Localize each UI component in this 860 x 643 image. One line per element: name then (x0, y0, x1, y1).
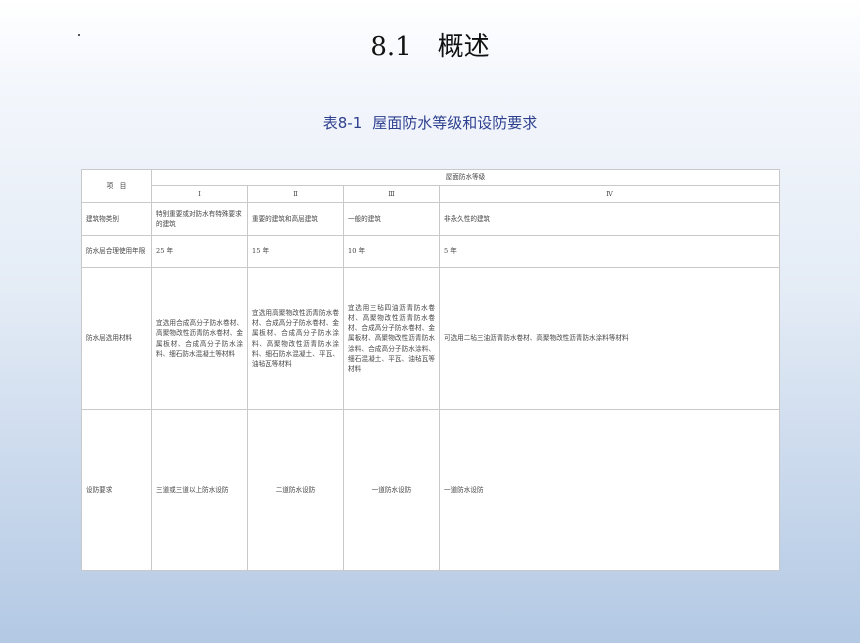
table-cell: 非永久性的建筑 (439, 202, 780, 236)
level-header: Ⅲ (343, 185, 440, 203)
level-header: Ⅳ (439, 185, 780, 203)
table-cell: 10 年 (343, 235, 440, 268)
item-header: 项 目 (81, 169, 152, 203)
table-number: 表8-1 (322, 114, 363, 132)
grade-group-header: 屋面防水等级 (151, 169, 780, 186)
waterproof-grade-table: 项 目 屋面防水等级 Ⅰ Ⅱ Ⅲ Ⅳ 建筑物类别 特别重要或对防水有特殊要求的建… (81, 169, 780, 571)
table-row: 防水层选用材料 宜选用合成高分子防水卷材、高聚物改性沥青防水卷材、金属板材、合成… (81, 267, 780, 410)
table-cell: 可选用二毡三油沥青防水卷材、高聚物改性沥青防水涂料等材料 (439, 267, 780, 410)
table-cell: 二道防水设防 (247, 409, 344, 571)
table-cell: 5 年 (439, 235, 780, 268)
table-cell: 一般的建筑 (343, 202, 440, 236)
row-label: 设防要求 (81, 409, 152, 571)
level-header: Ⅰ (151, 185, 248, 203)
table-cell: 15 年 (247, 235, 344, 268)
section-number: 8.1 (370, 32, 412, 62)
table-cell: 宜选用合成高分子防水卷材、高聚物改性沥青防水卷材、金属板材、合成高分子防水涂料、… (151, 267, 248, 410)
table-cell: 特别重要或对防水有特殊要求的建筑 (151, 202, 248, 236)
row-label: 防水层选用材料 (81, 267, 152, 410)
table-cell: 一道防水设防 (439, 409, 780, 571)
table-cell: 重要的建筑和高层建筑 (247, 202, 344, 236)
level-header: Ⅱ (247, 185, 344, 203)
row-label: 防水层合理使用年限 (81, 235, 152, 268)
table-cell: 一道防水设防 (343, 409, 440, 571)
table-row: 防水层合理使用年限 25 年 15 年 10 年 5 年 (81, 235, 780, 268)
table-row: 设防要求 三道或三道以上防水设防 二道防水设防 一道防水设防 一道防水设防 (81, 409, 780, 571)
table-row: 建筑物类别 特别重要或对防水有特殊要求的建筑 重要的建筑和高层建筑 一般的建筑 … (81, 202, 780, 236)
table-title: 屋面防水等级和设防要求 (372, 114, 538, 132)
table-cell: 25 年 (151, 235, 248, 268)
table-cell: 宜选用高聚物改性沥青防水卷材、合成高分子防水卷材、金属板材、合成高分子防水涂料、… (247, 267, 344, 410)
section-title: 概述 (437, 32, 490, 62)
table-cell: 三道或三道以上防水设防 (151, 409, 248, 571)
table-caption: 表8-1 屋面防水等级和设防要求 (0, 112, 860, 133)
row-label: 建筑物类别 (81, 202, 152, 236)
slide-title: 8.1 概述 (0, 26, 860, 63)
table-cell: 宜选用三毡四油沥青防水卷材、高聚物改性沥青防水卷材、合成高分子防水卷材、金属板材… (343, 267, 440, 410)
